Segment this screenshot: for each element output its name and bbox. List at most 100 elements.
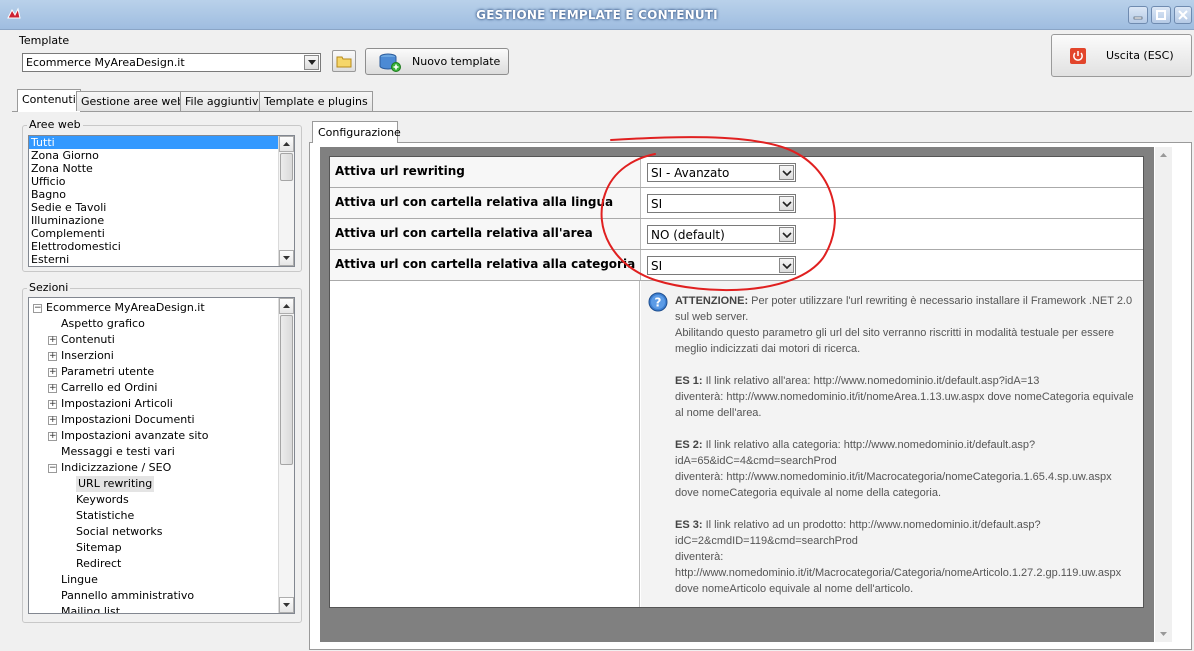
tree-item[interactable]: + Impostazioni avanzate sito (29, 428, 294, 444)
tree-item[interactable]: Messaggi e testi vari (29, 444, 294, 460)
tree-item-label: Mailing list (61, 605, 121, 614)
chevron-down-icon[interactable] (304, 55, 319, 70)
setting-label: Attiva url con cartella relativa alla ca… (335, 257, 636, 271)
tab-configurazione[interactable]: Configurazione (312, 121, 401, 143)
tree-item[interactable]: + Contenuti (29, 332, 294, 348)
tree-item[interactable]: URL rewriting (29, 476, 294, 492)
sezioni-scrollbar[interactable] (278, 298, 294, 613)
tree-item[interactable]: Keywords (29, 492, 294, 508)
close-button[interactable] (1174, 6, 1192, 24)
chevron-down-icon[interactable] (1155, 629, 1172, 639)
scroll-thumb[interactable] (280, 153, 293, 181)
setting-select[interactable]: NO (default) (647, 225, 796, 244)
setting-select-value: SI (651, 197, 663, 211)
template-select[interactable]: Ecommerce MyAreaDesign.it (22, 53, 321, 72)
minimize-icon (1133, 16, 1143, 20)
tree-item[interactable]: − Indicizzazione / SEO (29, 460, 294, 476)
setting-label: Attiva url rewriting (335, 164, 465, 178)
tree-item[interactable]: Mailing list (29, 604, 294, 614)
setting-value-cell: SI (640, 250, 1143, 280)
folder-icon (336, 56, 352, 68)
tree-item[interactable]: − Ecommerce MyAreaDesign.it (29, 300, 294, 316)
tree-item-label: Impostazioni Articoli (61, 397, 173, 410)
expand-icon[interactable]: + (48, 352, 57, 361)
tree-item[interactable]: Sitemap (29, 540, 294, 556)
scroll-up-button[interactable] (279, 136, 294, 152)
tree-item-label: Ecommerce MyAreaDesign.it (46, 301, 205, 314)
collapse-icon[interactable]: − (33, 304, 42, 313)
power-icon (1070, 47, 1086, 64)
minimize-button[interactable] (1128, 6, 1148, 24)
chevron-down-icon (283, 603, 290, 607)
exit-button[interactable]: Uscita (ESC) (1051, 34, 1192, 77)
chevron-down-icon[interactable] (779, 258, 794, 273)
expand-icon[interactable]: + (48, 368, 57, 377)
expand-icon[interactable]: + (48, 400, 57, 409)
tree-item[interactable]: + Parametri utente (29, 364, 294, 380)
info-example-1: ES 1: Il link relativo all'area: http://… (675, 375, 1134, 419)
tree-item-label: Pannello amministrativo (61, 589, 195, 602)
sezioni-label: Sezioni (27, 281, 71, 294)
maximize-button[interactable] (1151, 6, 1171, 24)
info-example-3: ES 3: Il link relativo ad un prodotto: h… (675, 519, 1122, 595)
tree-item[interactable]: Lingue (29, 572, 294, 588)
aree-web-scrollbar[interactable] (278, 136, 294, 266)
tab-file-aggiuntivi[interactable]: File aggiuntivi (180, 91, 267, 111)
open-folder-button[interactable] (332, 50, 356, 72)
tree-item[interactable]: Redirect (29, 556, 294, 572)
setting-value-cell: SI - Avanzato (640, 157, 1143, 187)
expand-icon[interactable]: + (48, 384, 57, 393)
tree-item[interactable]: + Impostazioni Articoli (29, 396, 294, 412)
scroll-down-button[interactable] (279, 250, 294, 266)
tree-item[interactable]: + Impostazioni Documenti (29, 412, 294, 428)
tree-item-label: Keywords (76, 493, 129, 506)
tree-item[interactable]: Statistiche (29, 508, 294, 524)
scroll-up-button[interactable] (279, 298, 294, 314)
chevron-down-icon[interactable] (779, 227, 794, 242)
tree-item-label: Contenuti (61, 333, 115, 346)
list-item[interactable]: Illuminazione (29, 214, 294, 227)
tree-item[interactable]: Aspetto grafico (29, 316, 294, 332)
sezioni-tree[interactable]: − Ecommerce MyAreaDesign.it Aspetto grafic… (28, 297, 295, 614)
tab-gestione-aree-web[interactable]: Gestione aree web (76, 91, 190, 111)
setting-row: Attiva url con cartella relativa alla ca… (330, 250, 1143, 281)
tree-item[interactable]: + Carrello ed Ordini (29, 380, 294, 396)
tree-item-label: Social networks (76, 525, 163, 538)
list-item[interactable]: Ufficio (29, 175, 294, 188)
setting-select[interactable]: SI (647, 256, 796, 275)
tree-item[interactable]: Pannello amministrativo (29, 588, 294, 604)
template-select-value: Ecommerce MyAreaDesign.it (26, 56, 185, 69)
tree-item[interactable]: Social networks (29, 524, 294, 540)
expand-icon[interactable]: + (48, 416, 57, 425)
help-icon: ? (648, 292, 668, 312)
chevron-up-icon[interactable] (1155, 150, 1172, 160)
tree-item-label: Carrello ed Ordini (61, 381, 158, 394)
chevron-down-icon[interactable] (779, 165, 794, 180)
tab-contenuti[interactable]: Contenuti (17, 89, 81, 112)
tab-template-plugins[interactable]: Template e plugins (259, 91, 373, 111)
tree-item-label: Inserzioni (61, 349, 114, 362)
list-item[interactable]: Zona Notte (29, 162, 294, 175)
setting-select[interactable]: SI (647, 194, 796, 213)
list-item[interactable]: Tutti (29, 136, 278, 149)
collapse-icon[interactable]: − (48, 464, 57, 473)
list-item[interactable]: Sedie e Tavoli (29, 201, 294, 214)
scroll-down-button[interactable] (279, 597, 294, 613)
tree-item-label: Lingue (61, 573, 98, 586)
setting-row: Attiva url rewriting SI - Avanzato (330, 157, 1143, 188)
info-warning: ATTENZIONE: Per poter utilizzare l'url r… (675, 295, 1133, 355)
scroll-thumb[interactable] (280, 315, 293, 465)
list-item[interactable]: Zona Giorno (29, 149, 294, 162)
list-item[interactable]: Esterni (29, 253, 294, 266)
chevron-down-icon[interactable] (779, 196, 794, 211)
list-item[interactable]: Complementi (29, 227, 294, 240)
expand-icon[interactable]: + (48, 336, 57, 345)
configuration-scrollbar[interactable] (1155, 147, 1172, 642)
aree-web-list[interactable]: Tutti Zona Giorno Zona Notte Ufficio Bagno Se… (28, 135, 295, 267)
setting-select[interactable]: SI - Avanzato (647, 163, 796, 182)
list-item[interactable]: Bagno (29, 188, 294, 201)
list-item[interactable]: Elettrodomestici (29, 240, 294, 253)
expand-icon[interactable]: + (48, 432, 57, 441)
new-template-button[interactable]: Nuovo template (365, 48, 509, 75)
tree-item[interactable]: + Inserzioni (29, 348, 294, 364)
